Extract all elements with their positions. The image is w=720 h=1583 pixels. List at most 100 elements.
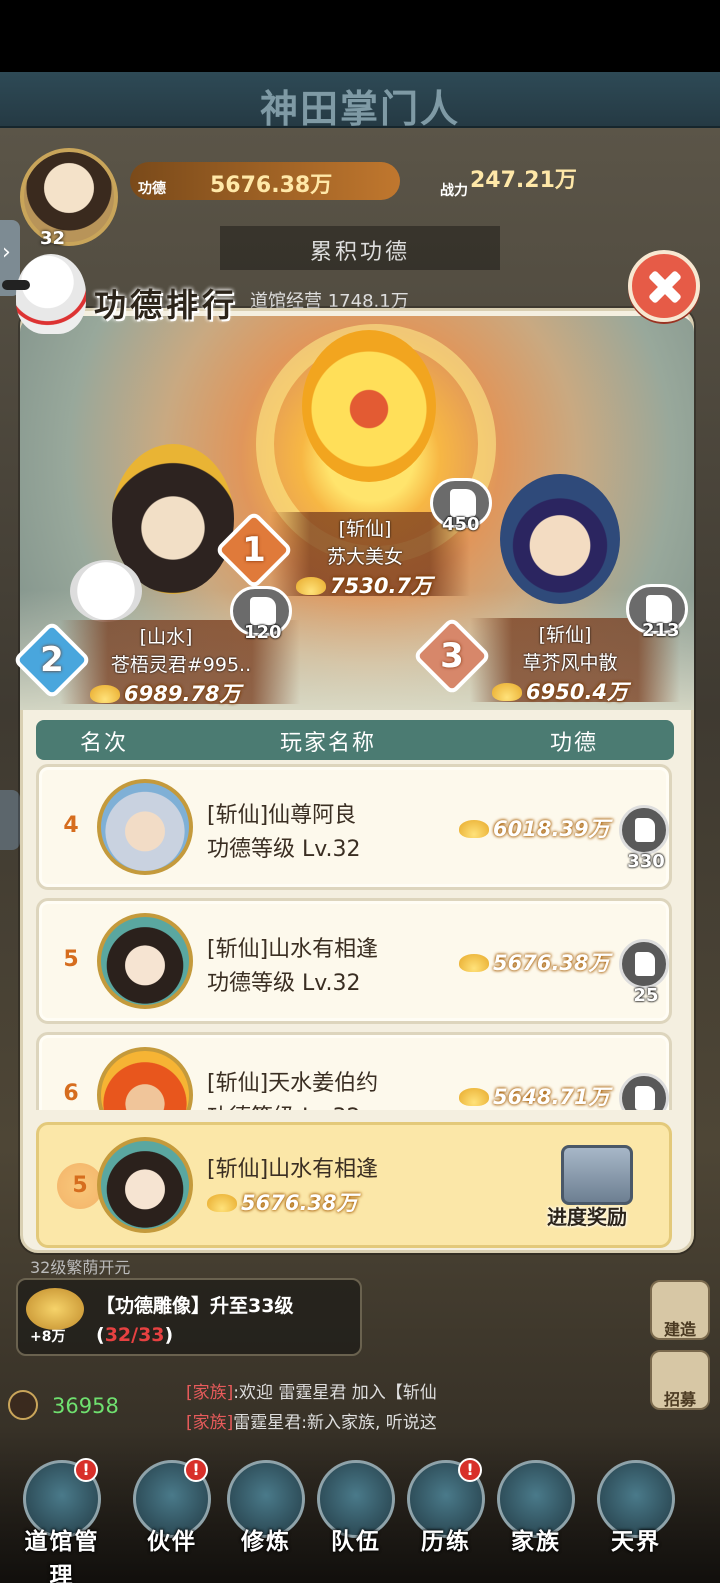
nav-label: 道馆管理 xyxy=(24,1529,100,1583)
player-level: 32 xyxy=(40,228,66,249)
row-rank: 4 xyxy=(63,813,79,838)
nav-partner[interactable]: 伙伴! xyxy=(128,1458,216,1570)
treasure-chest-icon[interactable] xyxy=(561,1145,633,1205)
like-button[interactable] xyxy=(619,805,669,855)
rank2-merit-value: 6989.78万 xyxy=(124,682,241,706)
my-rank-row[interactable]: 5 [斩仙]山水有相逢 5676.38万 进度奖励 xyxy=(36,1122,672,1248)
crane-mascot-icon xyxy=(2,254,86,334)
avatar[interactable] xyxy=(97,779,193,875)
rank3-like-count: 213 xyxy=(642,620,680,641)
ranking-title: 功德排行 xyxy=(94,286,239,324)
player-merit: 5676.38万 xyxy=(130,162,400,200)
my-merit-value: 5676.38万 xyxy=(241,1191,358,1215)
row-merit-value: 5676.38万 xyxy=(493,951,610,975)
task-bonus: +8万 xyxy=(30,1329,66,1345)
close-button[interactable] xyxy=(628,250,700,322)
rank2-like-count: 120 xyxy=(244,622,282,643)
nav-label: 伙伴 xyxy=(147,1529,197,1555)
task-progress: 32/33 xyxy=(104,1324,165,1346)
rank3-name: 草芥风中散 xyxy=(522,652,618,674)
lotus-icon xyxy=(296,577,326,595)
lotus-icon xyxy=(492,683,522,701)
nav-label: 家族 xyxy=(511,1529,561,1555)
player-avatar[interactable] xyxy=(20,148,118,246)
build-button[interactable]: 建造 xyxy=(650,1280,710,1340)
row-merit: 5676.38万 xyxy=(459,947,610,977)
nav-label: 队伍 xyxy=(331,1529,381,1555)
nav-team[interactable]: 队伍 xyxy=(312,1460,400,1570)
rank2-merit: 6989.78万 xyxy=(90,678,241,708)
crane-beak xyxy=(2,280,30,290)
table-row[interactable]: 6 [斩仙]天水姜伯约 功德等级 Lv.32 5648.71万 xyxy=(36,1032,672,1110)
row-player-name: [斩仙]山水有相逢 xyxy=(207,937,379,962)
thumbs-up-icon xyxy=(646,595,672,623)
table-row[interactable]: 4 [斩仙]仙尊阿良 功德等级 Lv.32 6018.39万 330 xyxy=(36,764,672,890)
rank2-number: 2 xyxy=(40,640,64,680)
task-header: 32级繁荫开元 xyxy=(30,1258,131,1277)
lotus-icon xyxy=(459,820,489,838)
chat-line[interactable]: [家族]:欢迎 雷霆星君 加入【斩仙 xyxy=(186,1378,566,1403)
avatar[interactable] xyxy=(97,1137,193,1233)
table-header: 名次 玩家名称 功德 xyxy=(36,720,674,760)
thumbs-up-icon xyxy=(250,597,276,625)
rank3-character[interactable] xyxy=(500,474,620,604)
lotus-icon xyxy=(26,1288,84,1330)
ranking-list[interactable]: 4 [斩仙]仙尊阿良 功德等级 Lv.32 6018.39万 330 5 [斩仙… xyxy=(30,762,680,1110)
nav-label: 历练 xyxy=(421,1529,471,1555)
row-merit-value: 6018.39万 xyxy=(493,817,610,841)
accumulated-merit-label: 累积功德 xyxy=(220,226,500,270)
row-merit: 5648.71万 xyxy=(459,1081,610,1110)
side-expand-button-2[interactable] xyxy=(0,790,20,850)
row-merit-value: 5648.71万 xyxy=(493,1085,610,1109)
rank3-merit-value: 6950.4万 xyxy=(526,680,629,704)
lotus-icon xyxy=(90,685,120,703)
column-rank: 名次 xyxy=(80,731,129,756)
table-row[interactable]: 5 [斩仙]山水有相逢 功德等级 Lv.32 5676.38万 25 xyxy=(36,898,672,1024)
nav-dao-management[interactable]: 道馆管理! xyxy=(18,1458,106,1583)
chat-tag: [家族] xyxy=(186,1383,234,1403)
lotus-icon xyxy=(459,954,489,972)
rank1-character[interactable] xyxy=(302,330,436,482)
column-player: 玩家名称 xyxy=(280,731,377,756)
progress-reward-label[interactable]: 进度奖励 xyxy=(547,1201,627,1230)
rank2-name: 苍梧灵君#995.. xyxy=(110,654,252,676)
nav-label: 修炼 xyxy=(241,1529,291,1555)
like-count: 25 xyxy=(633,985,659,1006)
row-level: 功德等级 Lv.32 xyxy=(207,837,361,862)
player-power-label: 战力 xyxy=(440,183,468,199)
rank1-number: 1 xyxy=(242,530,266,570)
online-avatar xyxy=(8,1390,38,1420)
row-level: 功德等级 Lv.32 xyxy=(207,971,361,996)
chat-text: :欢迎 雷霆星君 加入【斩仙 xyxy=(233,1383,437,1403)
avatar[interactable] xyxy=(97,1047,193,1110)
nav-cultivate[interactable]: 修炼 xyxy=(222,1460,310,1570)
thumbs-up-icon xyxy=(635,952,655,976)
rank2-tag: [山水] xyxy=(139,626,193,648)
thumbs-up-icon xyxy=(450,489,476,517)
task-text-b: ) xyxy=(164,1324,174,1346)
nav-heaven[interactable]: 天界 xyxy=(592,1460,680,1570)
like-button[interactable] xyxy=(619,1073,669,1110)
rank1-merit: 7530.7万 xyxy=(296,570,432,600)
my-merit: 5676.38万 xyxy=(207,1187,358,1217)
status-bar xyxy=(0,0,720,72)
rank1-name: 苏大美女 xyxy=(326,546,403,568)
recruit-button[interactable]: 招募 xyxy=(650,1350,710,1410)
task-text: 【功德雕像】升至33级(32/33) xyxy=(96,1292,356,1350)
avatar[interactable] xyxy=(97,913,193,1009)
alert-badge: ! xyxy=(458,1458,482,1482)
rank3-tag: [斩仙] xyxy=(538,624,592,646)
row-player-name: [斩仙]仙尊阿良 xyxy=(207,803,357,828)
row-level: 功德等级 Lv.32 xyxy=(207,1099,361,1110)
row-rank: 5 xyxy=(63,947,79,972)
like-button[interactable] xyxy=(619,939,669,989)
nav-label: 天界 xyxy=(611,1529,661,1555)
rank3-number: 3 xyxy=(440,636,464,676)
nav-experience[interactable]: 历练! xyxy=(402,1458,490,1570)
online-count: 36958 xyxy=(52,1394,119,1418)
lotus-icon xyxy=(459,1088,489,1106)
rank1-tag: [斩仙] xyxy=(338,518,392,540)
nav-family[interactable]: 家族 xyxy=(492,1460,580,1570)
lotus-icon xyxy=(207,1194,237,1212)
game-screen: 神田掌门人 32 5676.38万 功德 247.21万 战力 累积功德 道馆经… xyxy=(0,0,720,1583)
